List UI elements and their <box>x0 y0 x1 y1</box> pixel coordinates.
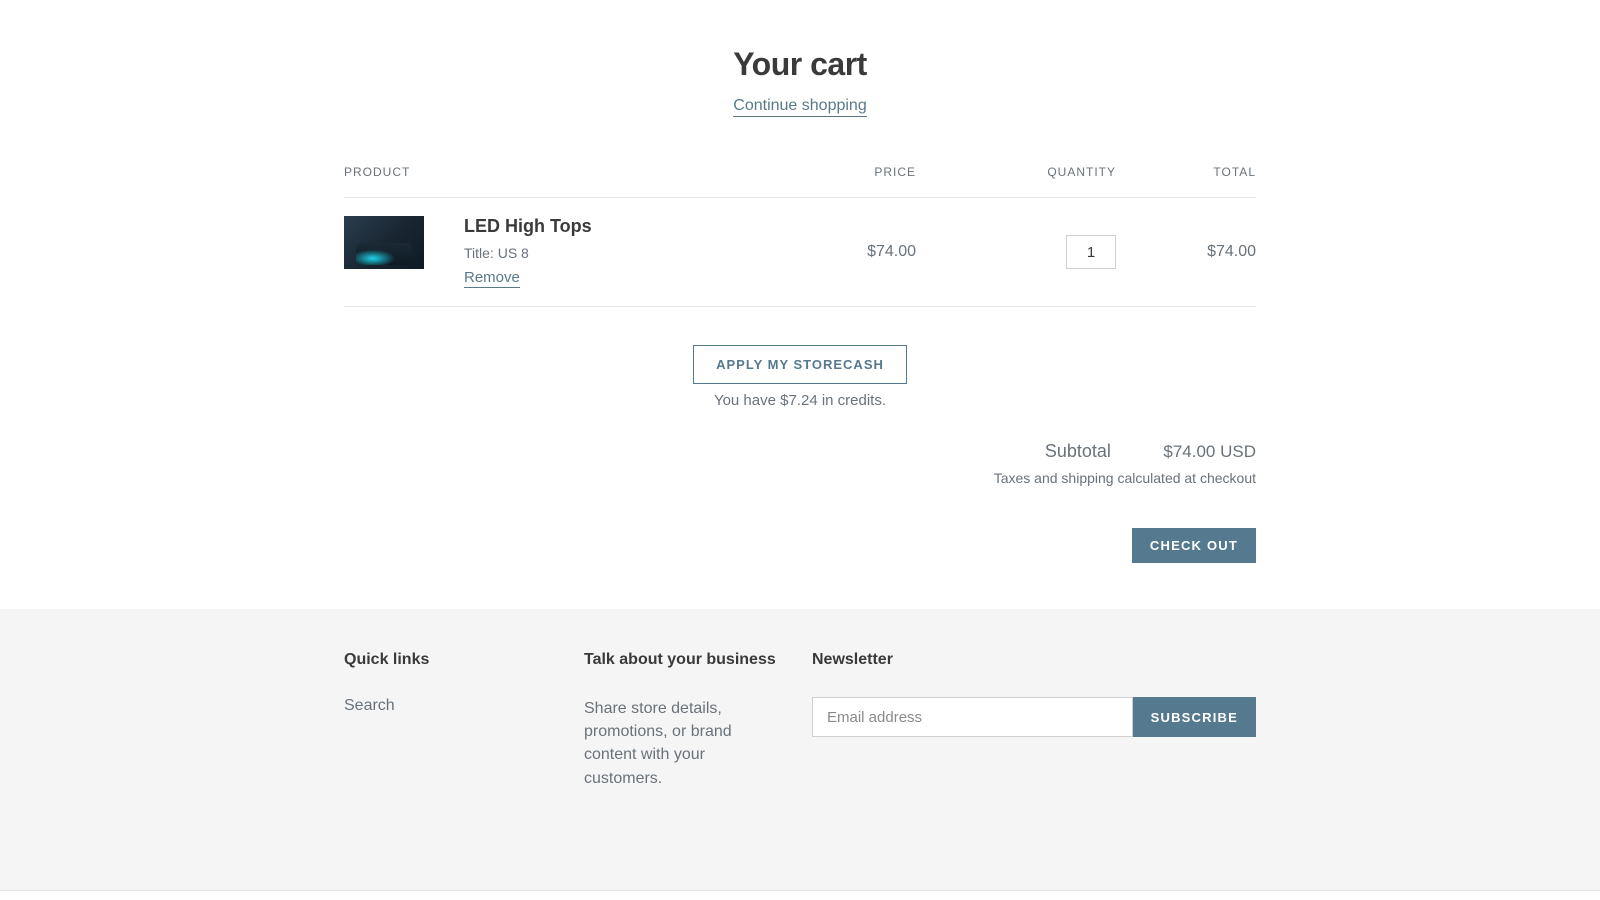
business-heading: Talk about your business <box>584 651 812 669</box>
continue-shopping-link[interactable]: Continue shopping <box>733 97 866 117</box>
column-total: TOTAL <box>1116 165 1256 198</box>
cart-row: LED High Tops Title: US 8 Remove $74.00 … <box>344 198 1256 307</box>
cart-table: PRODUCT PRICE QUANTITY TOTAL LED High To… <box>344 165 1256 307</box>
tax-shipping-note: Taxes and shipping calculated at checkou… <box>344 470 1256 486</box>
page-title: Your cart <box>344 46 1256 83</box>
storecash-credit-note: You have $7.24 in credits. <box>344 392 1256 409</box>
product-image[interactable] <box>344 216 424 269</box>
newsletter-heading: Newsletter <box>812 651 1256 669</box>
email-input[interactable] <box>812 697 1133 737</box>
quick-links-heading: Quick links <box>344 651 584 669</box>
column-quantity: QUANTITY <box>916 165 1116 198</box>
column-price: PRICE <box>776 165 916 198</box>
item-total: $74.00 <box>1116 198 1256 307</box>
column-product: PRODUCT <box>344 165 776 198</box>
product-name[interactable]: LED High Tops <box>464 216 592 237</box>
remove-link[interactable]: Remove <box>464 269 520 288</box>
product-variant: Title: US 8 <box>464 245 592 261</box>
apply-storecash-button[interactable]: APPLY MY STORECASH <box>693 345 907 384</box>
subscribe-button[interactable]: SUBSCRIBE <box>1133 697 1256 737</box>
subtotal-value: $74.00 USD <box>1163 442 1256 461</box>
subtotal-label: Subtotal <box>1045 441 1111 461</box>
business-text: Share store details, promotions, or bran… <box>584 697 784 790</box>
quantity-input[interactable] <box>1066 235 1116 269</box>
checkout-button[interactable]: CHECK OUT <box>1132 528 1256 563</box>
search-link[interactable]: Search <box>344 697 395 714</box>
item-price: $74.00 <box>776 198 916 307</box>
